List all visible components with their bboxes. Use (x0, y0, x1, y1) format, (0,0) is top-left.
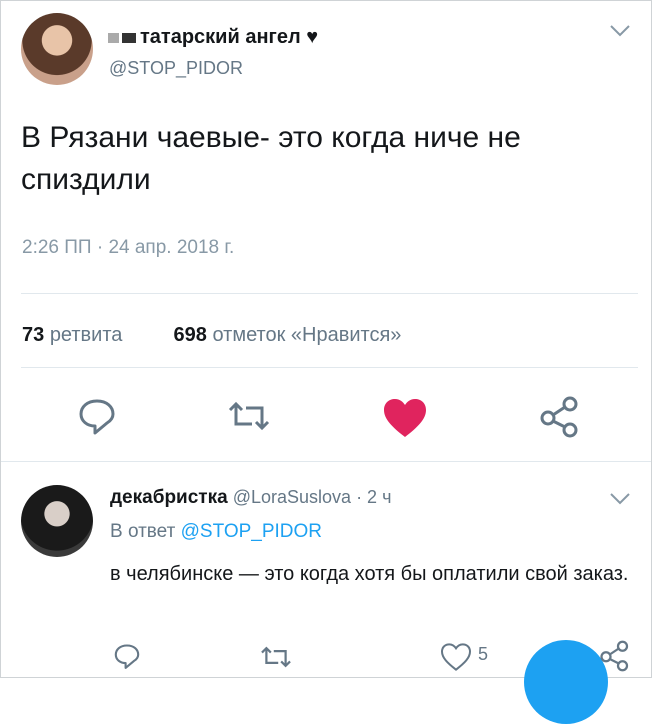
tweet-text: В Рязани чаевые- это когда ниче не спизд… (21, 121, 521, 196)
like-icon[interactable] (440, 643, 472, 671)
reply-author-name[interactable]: декабристка (110, 487, 228, 508)
reply-like-count: 5 (478, 644, 489, 664)
reply-age: · 2 ч (356, 487, 392, 507)
divider (21, 367, 638, 368)
share-icon[interactable] (600, 640, 630, 672)
reply-author: декабристка @LoraSuslova · 2 ч (110, 487, 391, 509)
compose-button[interactable] (524, 640, 608, 724)
avatar[interactable] (21, 13, 93, 85)
divider (1, 461, 651, 462)
retweets-count[interactable]: 73 (22, 324, 44, 346)
avatar[interactable] (21, 485, 93, 557)
reply-prefix: В ответ (110, 521, 176, 542)
tweet-timestamp[interactable]: 2:26 ПП · 24 апр. 2018 г. (22, 237, 234, 259)
retweet-icon[interactable] (226, 400, 272, 432)
likes-count[interactable]: 698 (174, 324, 207, 346)
like-icon[interactable] (382, 397, 428, 439)
retweet-icon[interactable] (259, 645, 293, 669)
flag-icon (108, 32, 136, 43)
divider (21, 293, 638, 294)
reply-icon[interactable] (113, 642, 141, 670)
retweets-label[interactable]: ретвита (50, 324, 123, 346)
reply-to-line: В ответ @STOP_PIDOR (110, 521, 322, 543)
likes-label[interactable]: отметок «Нравится» (212, 324, 401, 346)
chevron-down-icon[interactable] (609, 24, 631, 38)
reply-icon[interactable] (77, 396, 117, 436)
reply-to-handle[interactable]: @STOP_PIDOR (181, 521, 322, 542)
share-icon[interactable] (540, 396, 580, 438)
reply-author-handle[interactable]: @LoraSuslova (233, 487, 351, 507)
author-name-text: татарский ангел (140, 26, 301, 48)
reply-text: в челябинске — это когда хотя бы оплатил… (110, 563, 629, 585)
tweet-stats: 73 ретвита 698 отметок «Нравится» (22, 324, 401, 347)
author-handle[interactable]: @STOP_PIDOR (109, 58, 243, 79)
heart-icon: ♥ (306, 26, 319, 48)
chevron-down-icon[interactable] (609, 492, 631, 506)
author-name[interactable]: татарский ангел ♥ (108, 26, 318, 49)
